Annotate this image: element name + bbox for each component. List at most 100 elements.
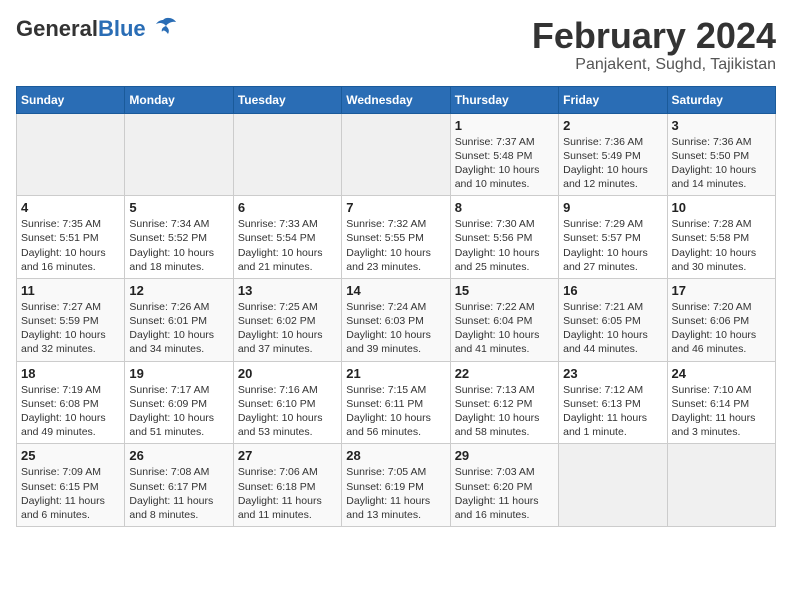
day-number: 15 — [455, 283, 554, 298]
day-info: Sunrise: 7:24 AM Sunset: 6:03 PM Dayligh… — [346, 300, 445, 357]
calendar-cell: 21 Sunrise: 7:15 AM Sunset: 6:11 PM Dayli… — [342, 361, 450, 444]
calendar-week-row: 25 Sunrise: 7:09 AM Sunset: 6:15 PM Dayli… — [17, 444, 776, 527]
main-title: February 2024 — [532, 16, 776, 56]
day-number: 4 — [21, 200, 120, 215]
calendar-cell: 16 Sunrise: 7:21 AM Sunset: 6:05 PM Dayli… — [559, 278, 667, 361]
calendar-cell: 27 Sunrise: 7:06 AM Sunset: 6:18 PM Dayli… — [233, 444, 341, 527]
day-number: 5 — [129, 200, 228, 215]
day-number: 3 — [672, 118, 771, 133]
calendar-week-row: 4 Sunrise: 7:35 AM Sunset: 5:51 PM Daylig… — [17, 196, 776, 279]
day-number: 25 — [21, 448, 120, 463]
day-info: Sunrise: 7:19 AM Sunset: 6:08 PM Dayligh… — [21, 383, 120, 440]
calendar-cell — [667, 444, 775, 527]
calendar-cell — [559, 444, 667, 527]
day-number: 17 — [672, 283, 771, 298]
logo-general: General — [16, 16, 98, 42]
day-number: 9 — [563, 200, 662, 215]
calendar-cell: 17 Sunrise: 7:20 AM Sunset: 6:06 PM Dayli… — [667, 278, 775, 361]
day-info: Sunrise: 7:09 AM Sunset: 6:15 PM Dayligh… — [21, 465, 120, 522]
calendar-cell: 19 Sunrise: 7:17 AM Sunset: 6:09 PM Dayli… — [125, 361, 233, 444]
weekday-header-row: SundayMondayTuesdayWednesdayThursdayFrid… — [17, 86, 776, 113]
calendar-table: SundayMondayTuesdayWednesdayThursdayFrid… — [16, 86, 776, 527]
calendar-cell: 5Sunrise: 7:34 AM Sunset: 5:52 PM Daylig… — [125, 196, 233, 279]
calendar-cell: 4 Sunrise: 7:35 AM Sunset: 5:51 PM Daylig… — [17, 196, 125, 279]
page-header: GeneralBlue February 2024 Panjakent, Sug… — [16, 16, 776, 74]
calendar-cell: 3 Sunrise: 7:36 AM Sunset: 5:50 PM Daylig… — [667, 113, 775, 196]
day-info: Sunrise: 7:27 AM Sunset: 5:59 PM Dayligh… — [21, 300, 120, 357]
day-info: Sunrise: 7:17 AM Sunset: 6:09 PM Dayligh… — [129, 383, 228, 440]
day-number: 8 — [455, 200, 554, 215]
day-number: 2 — [563, 118, 662, 133]
calendar-cell: 14Sunrise: 7:24 AM Sunset: 6:03 PM Dayli… — [342, 278, 450, 361]
day-number: 12 — [129, 283, 228, 298]
day-number: 24 — [672, 366, 771, 381]
calendar-cell — [17, 113, 125, 196]
day-info: Sunrise: 7:16 AM Sunset: 6:10 PM Dayligh… — [238, 383, 337, 440]
day-info: Sunrise: 7:37 AM Sunset: 5:48 PM Dayligh… — [455, 135, 554, 192]
day-info: Sunrise: 7:22 AM Sunset: 6:04 PM Dayligh… — [455, 300, 554, 357]
calendar-cell: 29 Sunrise: 7:03 AM Sunset: 6:20 PM Dayli… — [450, 444, 558, 527]
calendar-cell: 7Sunrise: 7:32 AM Sunset: 5:55 PM Daylig… — [342, 196, 450, 279]
calendar-week-row: 11Sunrise: 7:27 AM Sunset: 5:59 PM Dayli… — [17, 278, 776, 361]
logo-blue: Blue — [98, 16, 146, 42]
weekday-header-wednesday: Wednesday — [342, 86, 450, 113]
logo-bird-icon — [148, 16, 178, 38]
day-number: 18 — [21, 366, 120, 381]
calendar-cell: 18 Sunrise: 7:19 AM Sunset: 6:08 PM Dayli… — [17, 361, 125, 444]
calendar-cell: 10Sunrise: 7:28 AM Sunset: 5:58 PM Dayli… — [667, 196, 775, 279]
calendar-cell: 1 Sunrise: 7:37 AM Sunset: 5:48 PM Daylig… — [450, 113, 558, 196]
day-info: Sunrise: 7:10 AM Sunset: 6:14 PM Dayligh… — [672, 383, 771, 440]
day-info: Sunrise: 7:25 AM Sunset: 6:02 PM Dayligh… — [238, 300, 337, 357]
calendar-week-row: 1 Sunrise: 7:37 AM Sunset: 5:48 PM Daylig… — [17, 113, 776, 196]
weekday-header-monday: Monday — [125, 86, 233, 113]
day-number: 21 — [346, 366, 445, 381]
subtitle: Panjakent, Sughd, Tajikistan — [532, 56, 776, 74]
calendar-cell: 15 Sunrise: 7:22 AM Sunset: 6:04 PM Dayli… — [450, 278, 558, 361]
calendar-cell: 6 Sunrise: 7:33 AM Sunset: 5:54 PM Daylig… — [233, 196, 341, 279]
calendar-cell — [125, 113, 233, 196]
calendar-cell: 22 Sunrise: 7:13 AM Sunset: 6:12 PM Dayli… — [450, 361, 558, 444]
day-number: 23 — [563, 366, 662, 381]
day-number: 29 — [455, 448, 554, 463]
day-info: Sunrise: 7:26 AM Sunset: 6:01 PM Dayligh… — [129, 300, 228, 357]
day-info: Sunrise: 7:03 AM Sunset: 6:20 PM Dayligh… — [455, 465, 554, 522]
day-info: Sunrise: 7:05 AM Sunset: 6:19 PM Dayligh… — [346, 465, 445, 522]
calendar-cell: 25 Sunrise: 7:09 AM Sunset: 6:15 PM Dayli… — [17, 444, 125, 527]
weekday-header-saturday: Saturday — [667, 86, 775, 113]
day-number: 27 — [238, 448, 337, 463]
day-info: Sunrise: 7:21 AM Sunset: 6:05 PM Dayligh… — [563, 300, 662, 357]
calendar-cell: 12 Sunrise: 7:26 AM Sunset: 6:01 PM Dayli… — [125, 278, 233, 361]
calendar-cell: 26Sunrise: 7:08 AM Sunset: 6:17 PM Dayli… — [125, 444, 233, 527]
day-info: Sunrise: 7:35 AM Sunset: 5:51 PM Dayligh… — [21, 217, 120, 274]
weekday-header-tuesday: Tuesday — [233, 86, 341, 113]
day-info: Sunrise: 7:33 AM Sunset: 5:54 PM Dayligh… — [238, 217, 337, 274]
day-number: 13 — [238, 283, 337, 298]
day-number: 16 — [563, 283, 662, 298]
calendar-cell: 13 Sunrise: 7:25 AM Sunset: 6:02 PM Dayli… — [233, 278, 341, 361]
calendar-cell: 11Sunrise: 7:27 AM Sunset: 5:59 PM Dayli… — [17, 278, 125, 361]
calendar-cell: 20 Sunrise: 7:16 AM Sunset: 6:10 PM Dayli… — [233, 361, 341, 444]
calendar-cell — [233, 113, 341, 196]
day-info: Sunrise: 7:08 AM Sunset: 6:17 PM Dayligh… — [129, 465, 228, 522]
day-number: 22 — [455, 366, 554, 381]
calendar-cell: 24 Sunrise: 7:10 AM Sunset: 6:14 PM Dayli… — [667, 361, 775, 444]
day-info: Sunrise: 7:13 AM Sunset: 6:12 PM Dayligh… — [455, 383, 554, 440]
calendar-cell: 2Sunrise: 7:36 AM Sunset: 5:49 PM Daylig… — [559, 113, 667, 196]
day-number: 10 — [672, 200, 771, 215]
day-info: Sunrise: 7:36 AM Sunset: 5:50 PM Dayligh… — [672, 135, 771, 192]
day-number: 7 — [346, 200, 445, 215]
calendar-cell — [342, 113, 450, 196]
day-info: Sunrise: 7:15 AM Sunset: 6:11 PM Dayligh… — [346, 383, 445, 440]
calendar-cell: 9Sunrise: 7:29 AM Sunset: 5:57 PM Daylig… — [559, 196, 667, 279]
day-number: 1 — [455, 118, 554, 133]
day-number: 19 — [129, 366, 228, 381]
day-number: 20 — [238, 366, 337, 381]
calendar-cell: 23 Sunrise: 7:12 AM Sunset: 6:13 PM Dayli… — [559, 361, 667, 444]
day-info: Sunrise: 7:06 AM Sunset: 6:18 PM Dayligh… — [238, 465, 337, 522]
weekday-header-thursday: Thursday — [450, 86, 558, 113]
logo: GeneralBlue — [16, 16, 178, 42]
calendar-cell: 28Sunrise: 7:05 AM Sunset: 6:19 PM Dayli… — [342, 444, 450, 527]
day-number: 6 — [238, 200, 337, 215]
day-info: Sunrise: 7:20 AM Sunset: 6:06 PM Dayligh… — [672, 300, 771, 357]
day-info: Sunrise: 7:12 AM Sunset: 6:13 PM Dayligh… — [563, 383, 662, 440]
